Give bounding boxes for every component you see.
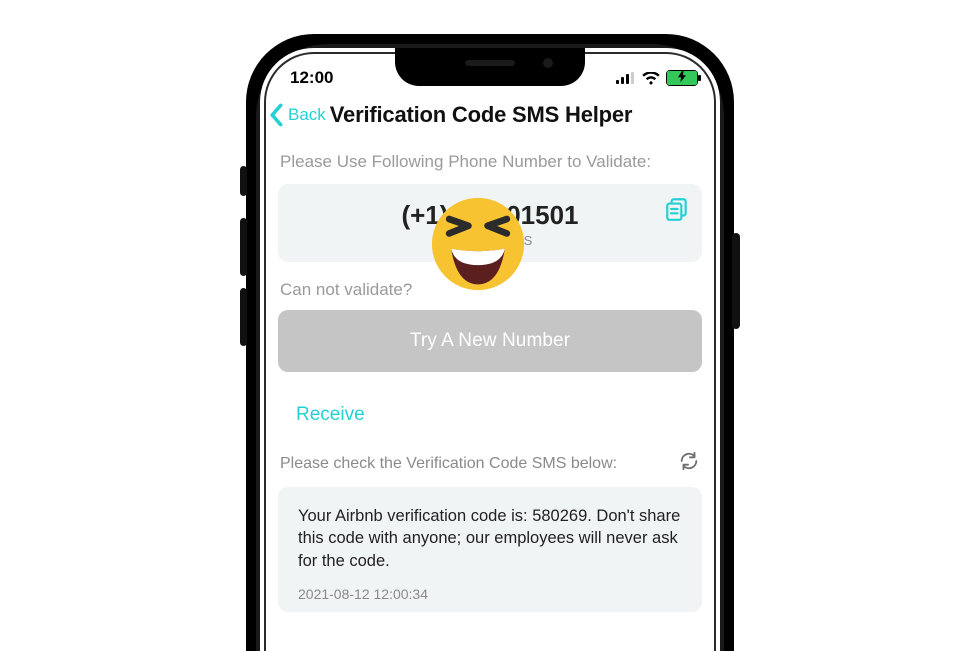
notch — [395, 48, 585, 86]
volume-up-button[interactable] — [240, 218, 247, 276]
battery-charging-bolt-icon — [678, 70, 686, 85]
laughing-emoji-overlay — [430, 196, 526, 297]
mute-switch[interactable] — [240, 166, 247, 196]
sms-timestamp: 2021-08-12 12:00:34 — [298, 586, 682, 602]
use-number-label: Please Use Following Phone Number to Val… — [280, 152, 702, 172]
try-new-number-button[interactable]: Try A New Number — [278, 310, 702, 372]
check-sms-label: Please check the Verification Code SMS b… — [280, 455, 617, 473]
sms-card: Your Airbnb verification code is: 580269… — [278, 487, 702, 612]
back-label: Back — [288, 105, 326, 125]
power-button[interactable] — [732, 233, 740, 329]
refresh-button[interactable] — [678, 450, 700, 477]
back-button[interactable]: Back — [268, 103, 326, 127]
battery-icon — [666, 70, 698, 86]
chevron-left-icon — [268, 103, 286, 127]
refresh-icon — [678, 450, 700, 472]
sms-body: Your Airbnb verification code is: 580269… — [298, 505, 682, 572]
status-time: 12:00 — [290, 68, 333, 88]
page-title: Verification Code SMS Helper — [330, 102, 632, 128]
phone-frame: 12:00 — [246, 34, 734, 651]
copy-button[interactable] — [664, 196, 690, 227]
wifi-icon — [642, 72, 660, 85]
nav-bar: Back Verification Code SMS Helper — [260, 98, 720, 136]
copy-icon — [664, 196, 690, 222]
tab-receive[interactable]: Receive — [278, 394, 383, 436]
volume-down-button[interactable] — [240, 288, 247, 346]
cellular-signal-icon — [616, 72, 636, 84]
screen: 12:00 — [260, 48, 720, 651]
